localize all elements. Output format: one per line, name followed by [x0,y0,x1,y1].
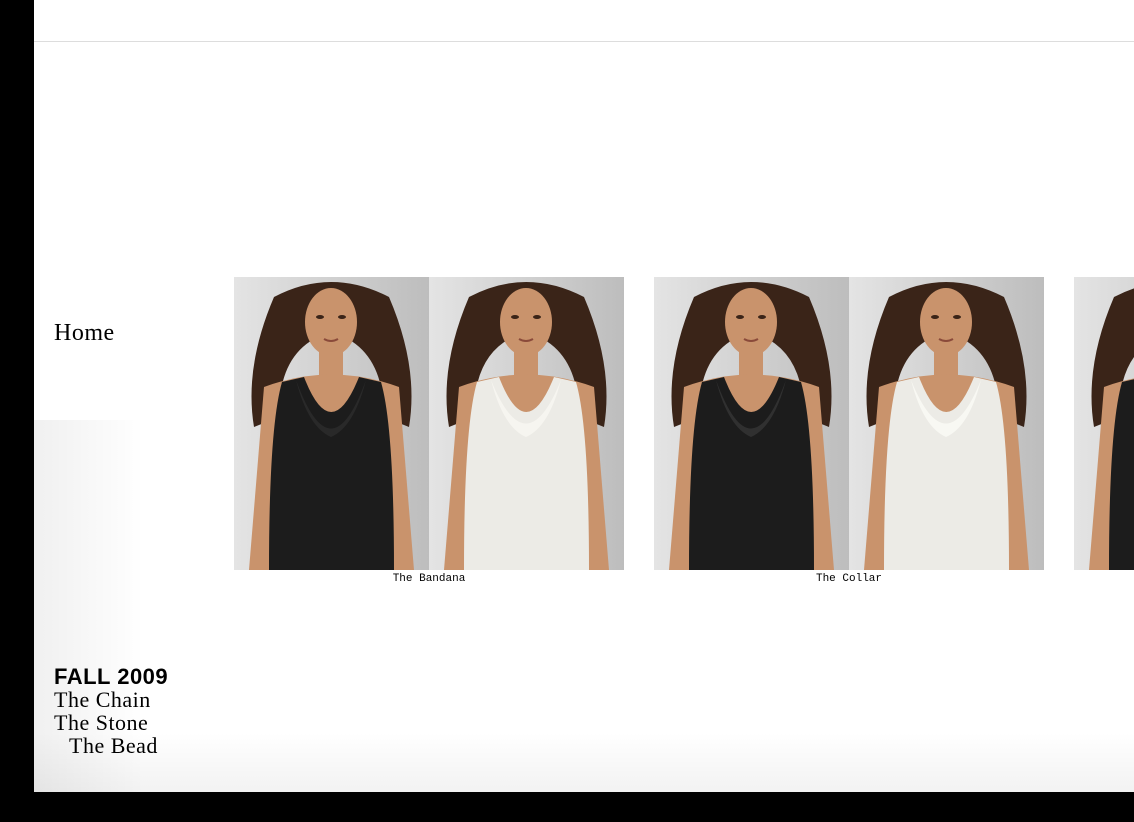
collection-link-the-bead[interactable]: The Bead [69,734,158,757]
page-canvas: Home FALL 2009 The Chain The Stone The B… [34,0,1134,792]
look-caption[interactable]: The Collar [654,573,1044,585]
look-photo[interactable] [654,277,849,570]
home-link[interactable]: Home [54,320,115,347]
look-card-bandana[interactable]: The Bandana [234,277,624,585]
look-photo[interactable] [1074,277,1134,570]
look-photo[interactable] [849,277,1044,570]
model-photo-image [849,277,1044,570]
look-card-collar[interactable]: The Collar [654,277,1044,585]
model-photo-image [654,277,849,570]
model-photo-image [429,277,624,570]
header-divider [34,41,1134,42]
look-photos [654,277,1044,570]
look-photos [234,277,624,570]
look-photo[interactable] [429,277,624,570]
look-photos [1074,277,1134,570]
look-card-partial[interactable] [1074,277,1134,570]
look-photo[interactable] [234,277,429,570]
model-photo-image [1074,277,1134,570]
collection-link-the-chain[interactable]: The Chain [54,688,151,711]
look-caption[interactable]: The Bandana [234,573,624,585]
collection-link-the-stone[interactable]: The Stone [54,711,148,734]
model-photo-image [234,277,429,570]
